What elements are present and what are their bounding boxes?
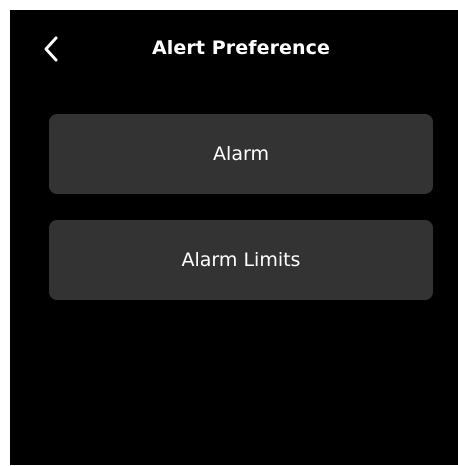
alarm-button-label: Alarm [213,143,269,165]
alarm-limits-button-label: Alarm Limits [181,249,301,271]
screen: Alert Preference Alarm Alarm Limits [10,10,458,465]
page-title: Alert Preference [151,37,331,59]
alarm-button[interactable]: Alarm [49,114,433,194]
header: Alert Preference [10,10,458,88]
alarm-limits-button[interactable]: Alarm Limits [49,220,433,300]
